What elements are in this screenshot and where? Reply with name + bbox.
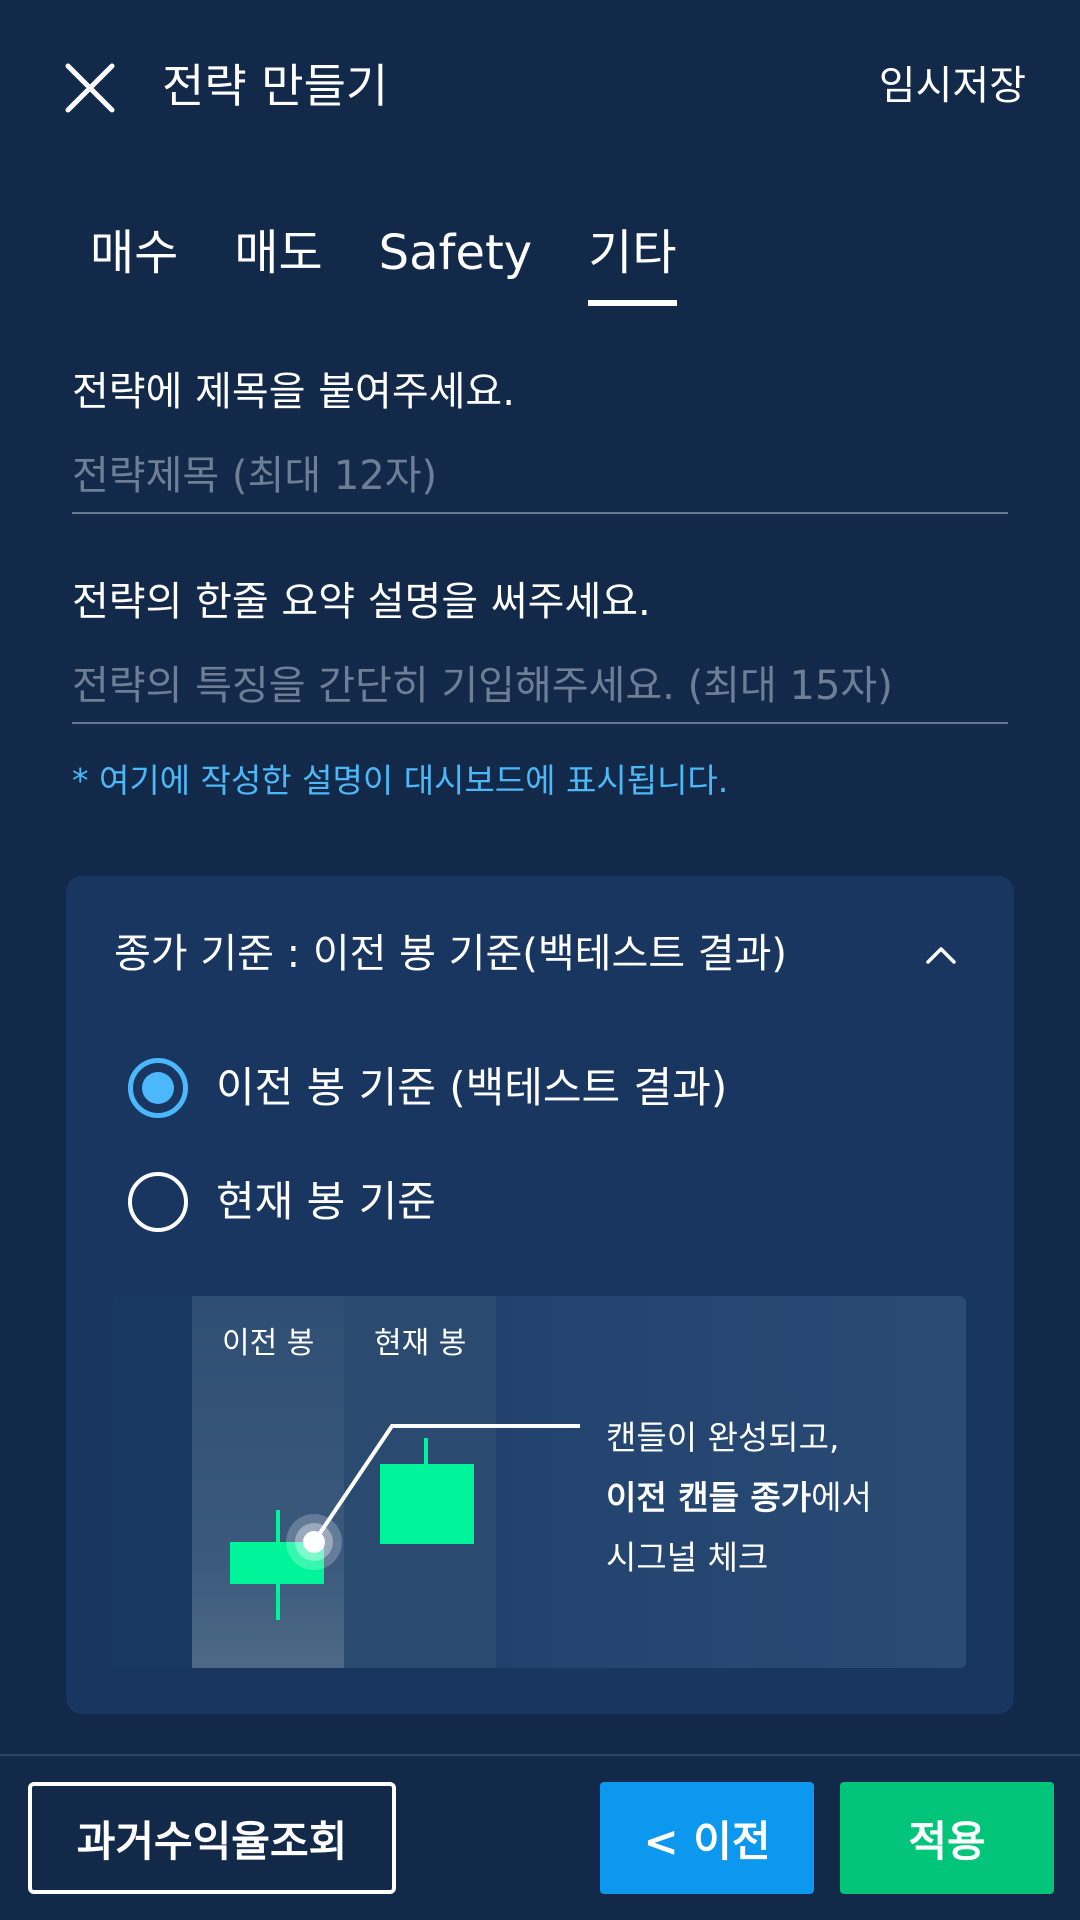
apply-button[interactable]: 적용 — [840, 1782, 1054, 1894]
previous-button[interactable]: < 이전 — [600, 1782, 814, 1894]
signal-point — [303, 1531, 325, 1553]
strategy-create-screen: 전략 만들기 임시저장 매수 매도 Safety 기타 전략에 제목을 붙여주세… — [0, 0, 1080, 1920]
radio-option-current-candle[interactable]: 현재 봉 기준 — [128, 1172, 436, 1232]
tab-safety[interactable]: Safety — [379, 218, 533, 298]
tab-sell[interactable]: 매도 — [234, 218, 322, 298]
page-title: 전략 만들기 — [162, 59, 389, 113]
close-button[interactable] — [62, 60, 118, 116]
desc-line-1: 캔들이 완성되고, — [606, 1418, 840, 1457]
close-icon — [65, 63, 115, 113]
desc-line-3: 시그널 체크 — [606, 1538, 769, 1577]
footer-divider — [0, 1754, 1080, 1756]
desc-bold: 이전 캔들 종가 — [606, 1478, 812, 1517]
tab-bar: 매수 매도 Safety 기타 — [90, 218, 677, 306]
save-draft-button[interactable]: 임시저장 — [879, 56, 1026, 116]
current-candle-body — [380, 1464, 474, 1544]
strategy-summary-input[interactable] — [72, 650, 1008, 724]
radio-button-selected[interactable] — [128, 1058, 188, 1118]
tab-etc[interactable]: 기타 — [588, 218, 677, 306]
close-basis-header[interactable]: 종가 기준 : 이전 봉 기준(백테스트 결과) — [114, 924, 787, 984]
radio-label-previous-candle: 이전 봉 기준 (백테스트 결과) — [216, 1063, 728, 1112]
strategy-title-label: 전략에 제목을 붙여주세요. — [72, 369, 515, 415]
radio-label-current-candle: 현재 봉 기준 — [216, 1177, 436, 1226]
tab-buy[interactable]: 매수 — [90, 218, 178, 298]
chevron-up-icon[interactable] — [924, 938, 958, 972]
radio-option-previous-candle[interactable]: 이전 봉 기준 (백테스트 결과) — [128, 1058, 727, 1118]
desc-suffix: 에서 — [811, 1478, 872, 1517]
radio-button[interactable] — [128, 1172, 188, 1232]
illustration-description: 캔들이 완성되고, 이전 캔들 종가에서 시그널 체크 — [606, 1408, 872, 1588]
strategy-summary-label: 전략의 한줄 요약 설명을 써주세요. — [72, 579, 651, 625]
history-return-button[interactable]: 과거수익율조회 — [28, 1782, 396, 1894]
desc-line-2: 이전 캔들 종가에서 — [606, 1468, 872, 1528]
dashboard-hint: * 여기에 작성한 설명이 대시보드에 표시됩니다. — [72, 761, 729, 800]
close-basis-card: 종가 기준 : 이전 봉 기준(백테스트 결과) 이전 봉 기준 (백테스트 결… — [66, 876, 1014, 1714]
strategy-title-input[interactable] — [72, 440, 1008, 514]
candle-illustration: 이전 봉 현재 봉 캔들이 완성되고, 이전 캔들 종가에서 시그널 체크 — [114, 1296, 966, 1668]
